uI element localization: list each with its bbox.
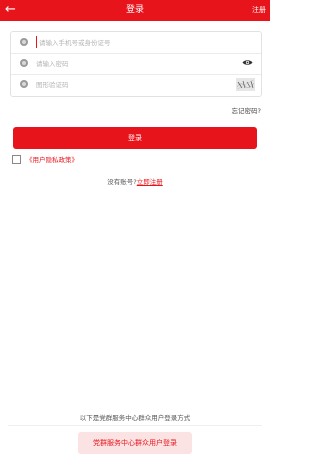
user-circle-icon: [20, 38, 28, 46]
captcha-row: [11, 74, 261, 96]
captcha-input[interactable]: [36, 78, 231, 91]
password-row: [11, 53, 261, 75]
page-title: 登录: [125, 5, 144, 15]
divider: [8, 425, 262, 426]
password-input[interactable]: [36, 57, 231, 70]
party-service-login-button[interactable]: 党群服务中心群众用户登录: [78, 432, 192, 454]
no-account-prompt: 没有账号?: [107, 178, 137, 186]
lock-circle-icon: [20, 59, 28, 67]
account-row: [11, 32, 261, 54]
login-form: [10, 31, 262, 97]
captcha-image[interactable]: [236, 78, 255, 91]
account-input[interactable]: [39, 36, 234, 49]
other-login-caption: 以下是党群服务中心群众用户登录方式: [79, 414, 191, 422]
login-button[interactable]: 登录: [13, 127, 257, 149]
register-now-link[interactable]: 立即注册: [137, 178, 163, 186]
register-button[interactable]: 注册: [252, 0, 266, 21]
agreement-checkbox[interactable]: [12, 155, 21, 164]
forgot-password-link[interactable]: 忘记密码?: [232, 105, 261, 115]
text-cursor: [36, 36, 37, 48]
eye-icon[interactable]: [242, 59, 253, 66]
no-account-line: 没有账号?立即注册: [0, 176, 270, 186]
shield-circle-icon: [20, 80, 28, 88]
header-bar: ← 登录 注册: [0, 0, 270, 21]
privacy-policy-link[interactable]: 《用户隐私政策》: [26, 154, 78, 164]
